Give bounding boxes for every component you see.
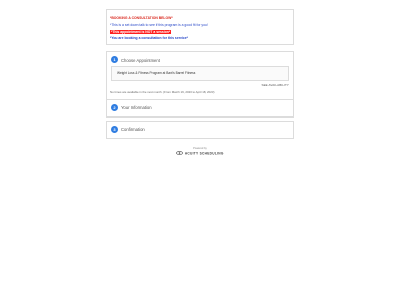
notice-description: *This is a set down talk to see if this … xyxy=(110,23,208,27)
notice-booking-info: *You are booking a consultation for this… xyxy=(110,36,188,40)
step-title: Confirmation xyxy=(121,127,145,133)
notice-warning: *This appointment is NOT a session* xyxy=(110,29,172,34)
consultation-notice: *BOOKING A CONSULTATION BELOW* *This is … xyxy=(106,9,294,45)
availability-note: No times are available in the next month… xyxy=(110,90,215,94)
step-number-badge: 2 xyxy=(111,104,118,111)
acuity-logo-icon xyxy=(176,151,184,156)
step-number-badge: 3 xyxy=(111,126,118,133)
brand-link[interactable]: ACUITY SCHEDULING xyxy=(106,151,294,156)
see-availability-link[interactable]: SEE AVAILABILITY xyxy=(261,83,289,87)
step-confirmation[interactable]: 3 Confirmation xyxy=(106,121,294,139)
service-option[interactable]: Weight Loss & Fitness Program at Baxt's … xyxy=(111,66,289,81)
step-your-information[interactable]: 2 Your Information xyxy=(106,99,294,117)
powered-by-label: Powered by xyxy=(193,147,207,150)
brand-name: ACUITY SCHEDULING xyxy=(184,151,224,156)
step-title: Choose Appointment xyxy=(121,57,160,63)
notice-heading: *BOOKING A CONSULTATION BELOW* xyxy=(110,16,173,20)
step-title: Your Information xyxy=(121,105,152,111)
step-number-badge: 1 xyxy=(111,56,118,63)
service-name: Weight Loss & Fitness Program at Baxt's … xyxy=(117,71,196,76)
